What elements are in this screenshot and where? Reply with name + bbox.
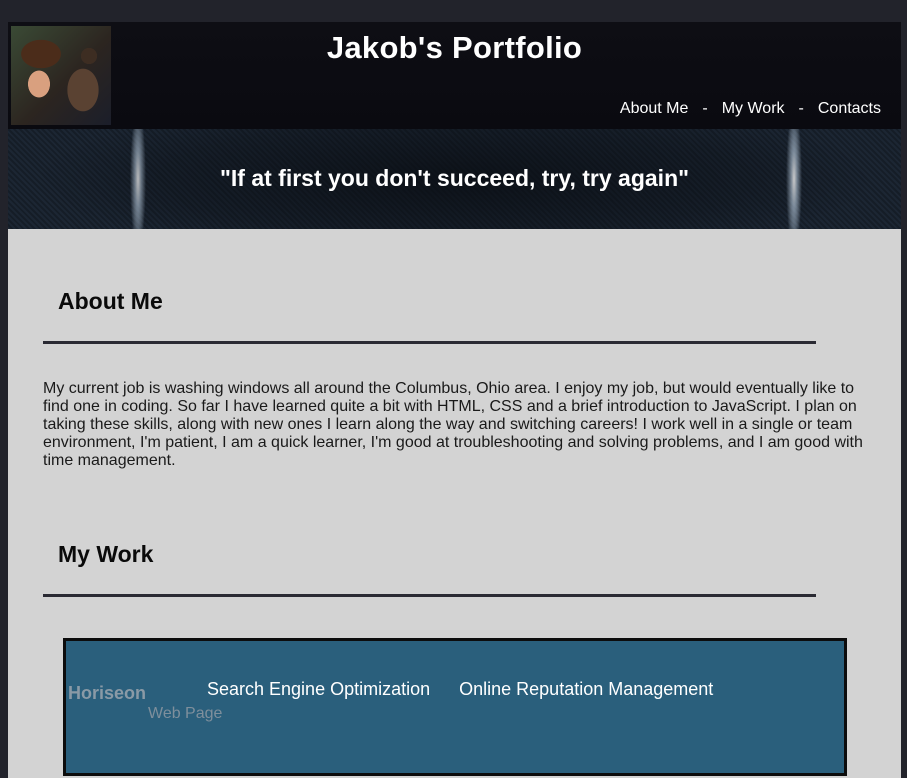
card-brand: Horiseon (68, 683, 147, 703)
about-divider (43, 341, 816, 344)
nav-link-my-work[interactable]: My Work (722, 100, 785, 118)
work-divider (43, 594, 816, 597)
work-card-horiseon[interactable]: Horiseon Web Page Search Engine Optimiza… (63, 638, 847, 776)
site-header: Jakob's Portfolio About Me - My Work - C… (8, 22, 901, 129)
main-nav: About Me - My Work - Contacts (620, 100, 881, 118)
nav-separator: - (798, 100, 804, 117)
card-subtitle: Web Page (148, 705, 223, 722)
card-nav: Search Engine Optimization Online Reputa… (207, 679, 713, 700)
card-link-seo[interactable]: Search Engine Optimization (207, 679, 430, 700)
page-frame: Jakob's Portfolio About Me - My Work - C… (8, 22, 901, 778)
hero-banner: "If at first you don't succeed, try, try… (8, 129, 901, 229)
nav-link-contacts[interactable]: Contacts (818, 100, 881, 118)
site-title: Jakob's Portfolio (326, 30, 583, 65)
banner-quote: "If at first you don't succeed, try, try… (219, 165, 690, 191)
nav-link-about-me[interactable]: About Me (620, 100, 688, 118)
nav-separator: - (702, 100, 708, 117)
card-link-orm[interactable]: Online Reputation Management (459, 679, 713, 700)
about-paragraph: My current job is washing windows all ar… (43, 380, 863, 469)
main-content: About Me My current job is washing windo… (8, 229, 901, 778)
work-heading: My Work (58, 541, 154, 567)
about-heading: About Me (58, 288, 163, 314)
